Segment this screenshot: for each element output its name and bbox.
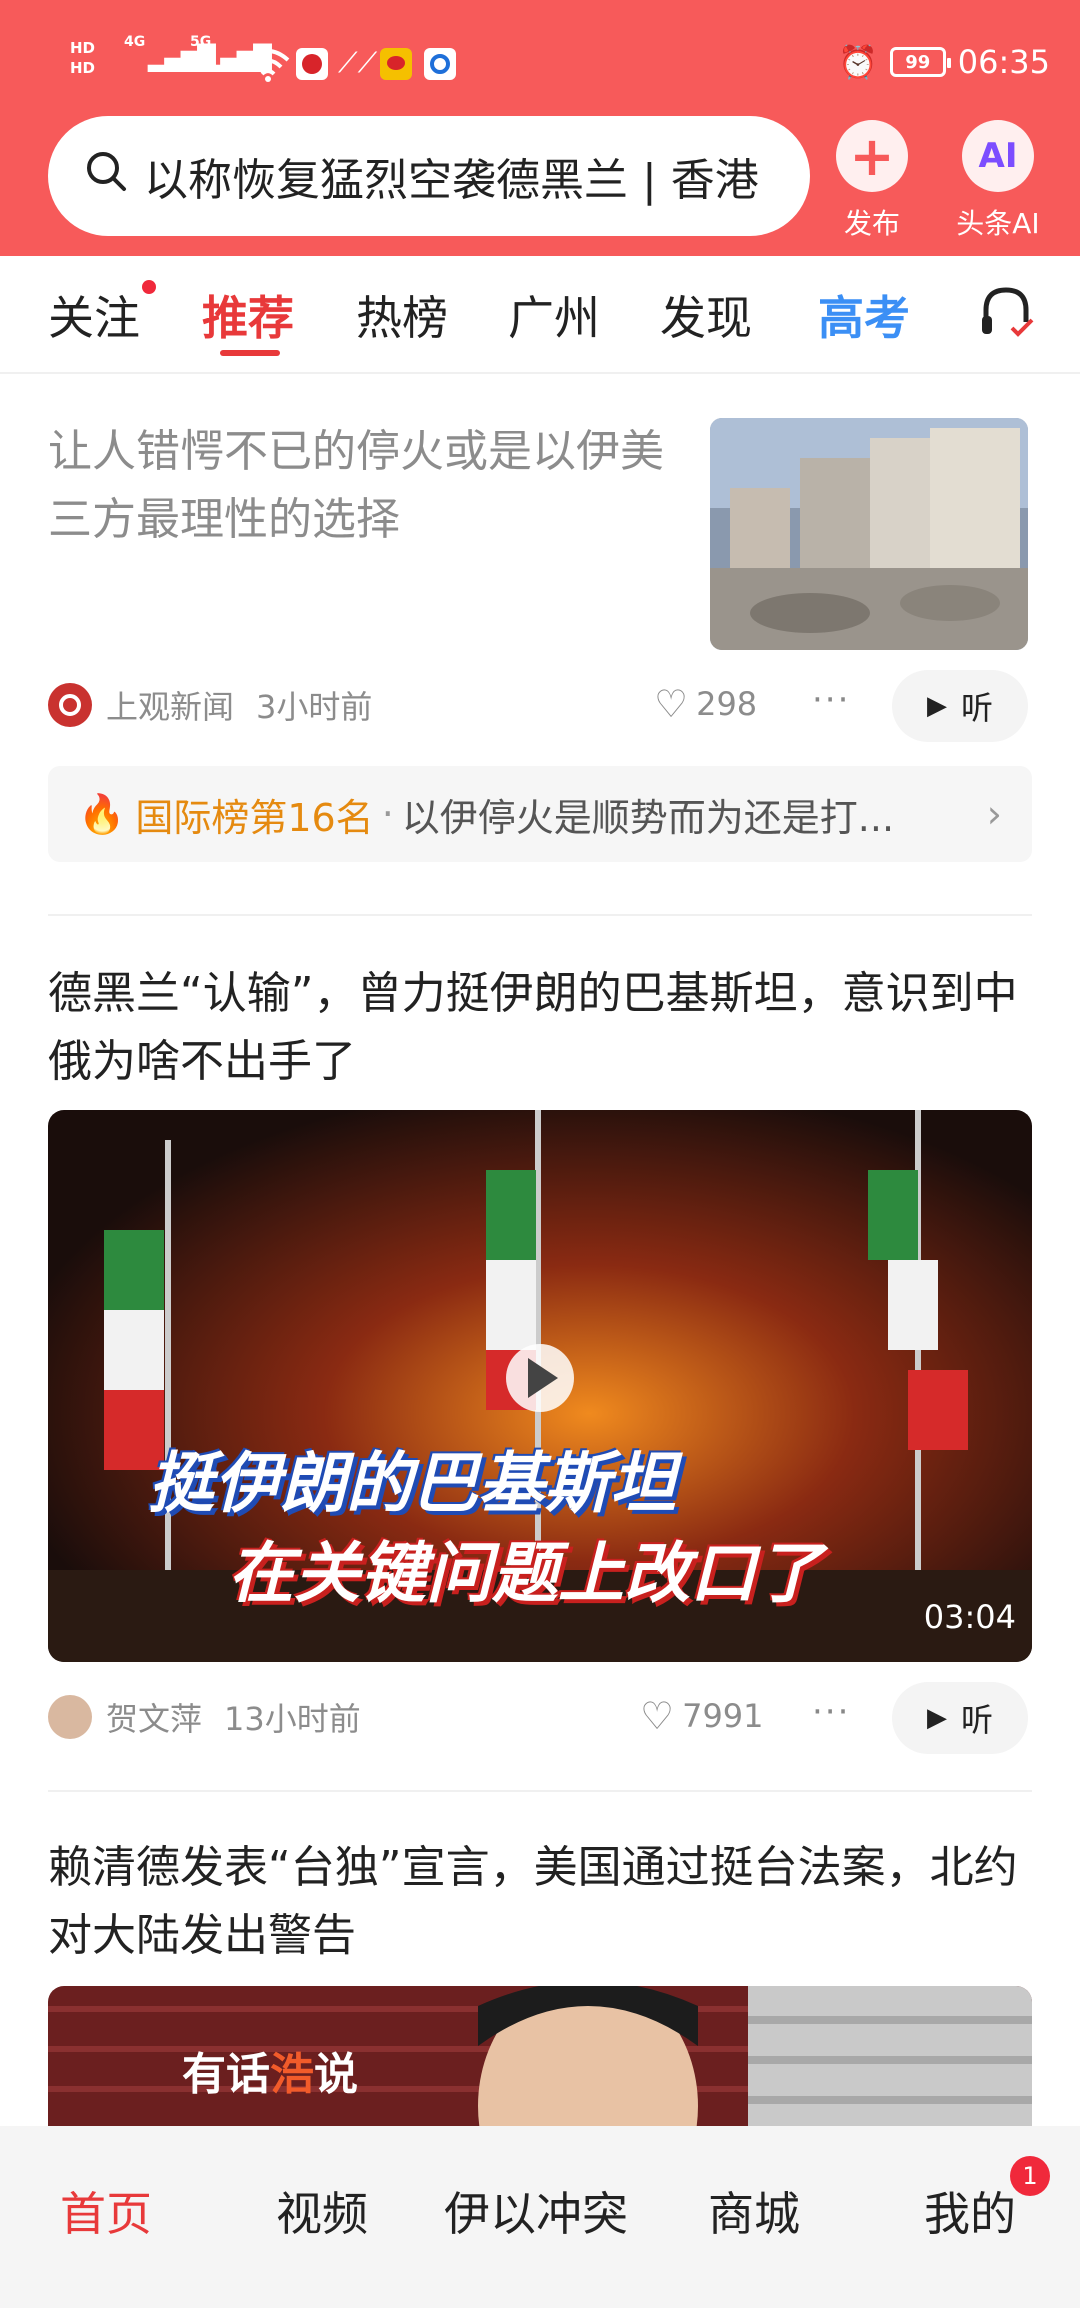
author-avatar	[48, 1695, 92, 1739]
nav-video[interactable]: 视频	[276, 2178, 368, 2244]
publish-time: 3小时前	[256, 688, 373, 726]
ai-label: 头条AI	[956, 207, 1040, 240]
notification-badge: 1	[1010, 2156, 1050, 2196]
play-icon: ▶	[926, 691, 947, 721]
headphone-icon[interactable]	[978, 282, 1036, 342]
article-meta: 贺文萍 13小时前	[48, 1694, 361, 1740]
battery-level: 99	[905, 51, 931, 73]
tab-recommend[interactable]: 推荐	[202, 282, 294, 348]
hd-indicator: HD HD	[70, 38, 95, 78]
nav-home[interactable]: 首页	[60, 2178, 152, 2244]
divider	[48, 914, 1032, 916]
sim1-type: 4G	[124, 34, 146, 50]
link-icon: ⟋⟋	[338, 46, 378, 79]
hot-topic-text: 以伊停火是顺势而为还是打...	[401, 795, 895, 840]
follow-dot	[142, 280, 156, 294]
play-icon: ▶	[926, 1703, 947, 1733]
listen-label: 听	[960, 1701, 993, 1739]
article-title[interactable]: 让人错愕不已的停火或是以伊美三方最理性的选择	[48, 418, 678, 554]
hot-rank-label: 国际榜第16名	[135, 795, 374, 840]
video-caption-line1: 挺伊朗的巴基斯坦	[148, 1445, 676, 1522]
top-header: HD HD 4G ▂▄▆█ 5G ▂▄▆█ ⟋⟋ ⏰ 99 06:35 以称恢复…	[0, 0, 1080, 256]
like-count: 7991	[682, 1697, 764, 1735]
hd1-label: HD	[70, 39, 96, 57]
heart-icon: ♡	[640, 1694, 675, 1738]
tab-follow[interactable]: 关注	[48, 282, 140, 348]
hot-rank-bar[interactable]: 🔥 国际榜第16名 · 以伊停火是顺势而为还是打... ›	[48, 766, 1032, 862]
source-name[interactable]: 贺文萍	[106, 1694, 202, 1740]
source-avatar	[48, 683, 92, 727]
article-meta: 上观新闻 3小时前	[48, 682, 372, 728]
clock: 06:35	[957, 43, 1050, 81]
chevron-right-icon: ›	[986, 792, 1002, 836]
logo-text-3: 说	[314, 2049, 358, 2100]
search-hint-text: 以称恢复猛烈空袭德黑兰 | 香港	[144, 155, 759, 206]
search-box[interactable]: 以称恢复猛烈空袭德黑兰 | 香港	[48, 116, 810, 236]
channel-tabs: 关注 推荐 热榜 广州 发现 高考	[0, 256, 1080, 374]
nav-iran-israel[interactable]: 伊以冲突	[444, 2178, 628, 2244]
more-icon[interactable]: ···	[812, 1692, 850, 1732]
like-button[interactable]: ♡ 298	[654, 682, 757, 726]
video-duration: 03:04	[923, 1598, 1016, 1636]
video-caption-line2: 在关键问题上改口了	[228, 1535, 822, 1612]
more-icon[interactable]: ···	[812, 680, 850, 720]
article-title[interactable]: 德黑兰“认输”，曾力挺伊朗的巴基斯坦，意识到中俄为啥不出手了	[48, 960, 1032, 1096]
source-name[interactable]: 上观新闻	[106, 682, 234, 728]
heart-icon: ♡	[654, 682, 689, 726]
status-bar: HD HD 4G ▂▄▆█ 5G ▂▄▆█ ⟋⟋ ⏰ 99 06:35	[0, 30, 1080, 100]
listen-label: 听	[960, 689, 993, 727]
app-notification-icon	[296, 48, 328, 80]
publish-button[interactable]: + 发布	[822, 120, 922, 242]
wifi-icon	[246, 49, 290, 82]
ai-icon: AI	[962, 120, 1034, 192]
nav-mine[interactable]: 我的	[924, 2178, 1016, 2244]
publish-time: 13小时前	[224, 1700, 361, 1738]
article-thumbnail[interactable]: 有话浩说	[48, 1986, 1032, 2126]
alarm-icon: ⏰	[837, 43, 878, 81]
article-title[interactable]: 赖清德发表“台独”宣言，美国通过挺台法案，北约对大陆发出警告	[48, 1834, 1032, 1970]
active-tab-indicator	[220, 350, 280, 356]
tab-discover[interactable]: 发现	[660, 282, 752, 348]
toutiao-ai-button[interactable]: AI 头条AI	[938, 120, 1058, 242]
like-button[interactable]: ♡ 7991	[640, 1694, 764, 1738]
status-right: ⏰ 99 06:35	[838, 42, 1050, 82]
listen-button[interactable]: ▶ 听	[892, 1682, 1028, 1754]
tab-guangzhou[interactable]: 广州	[508, 282, 600, 348]
logo-text-1: 有话	[182, 2049, 270, 2100]
hot-separator: ·	[381, 792, 394, 836]
like-count: 298	[696, 685, 758, 723]
article-thumbnail[interactable]	[710, 418, 1028, 650]
nav-mall[interactable]: 商城	[708, 2178, 800, 2244]
fire-icon: 🔥	[78, 791, 126, 836]
hd2-label: HD	[70, 59, 96, 77]
tab-gaokao[interactable]: 高考	[818, 282, 910, 348]
thumbnail-logo: 有话浩说	[182, 2038, 358, 2102]
listen-button[interactable]: ▶ 听	[892, 670, 1028, 742]
search-icon	[84, 149, 128, 204]
plus-icon: +	[836, 120, 908, 192]
video-thumbnail[interactable]: 挺伊朗的巴基斯坦 在关键问题上改口了 03:04	[48, 1110, 1032, 1662]
divider	[48, 1790, 1032, 1792]
tab-hot[interactable]: 热榜	[356, 282, 448, 348]
app-icon-blue	[424, 48, 456, 80]
battery-icon: 99	[889, 47, 951, 77]
bottom-nav: 首页 视频 伊以冲突 商城 我的	[0, 2126, 1080, 2308]
weibo-icon	[380, 48, 412, 80]
publish-label: 发布	[843, 207, 900, 240]
logo-text-2: 浩	[270, 2049, 314, 2100]
